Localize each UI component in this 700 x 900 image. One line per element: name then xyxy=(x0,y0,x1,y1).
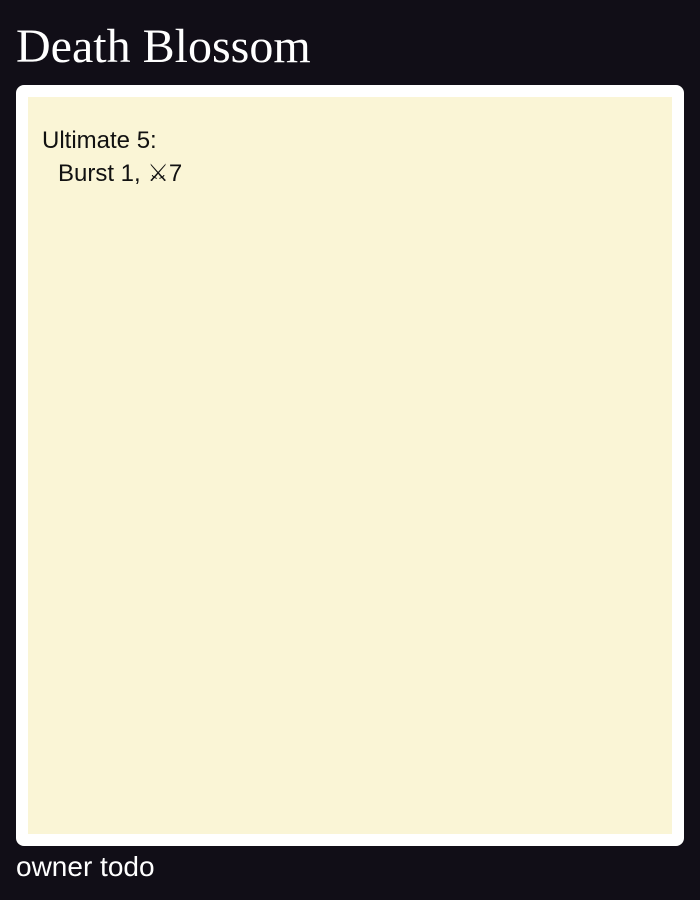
card-owner: owner todo xyxy=(16,851,155,882)
card-title: Death Blossom xyxy=(16,20,311,73)
card-body: Ultimate 5: Burst 1, ⚔7 xyxy=(28,97,672,834)
card-frame: Ultimate 5: Burst 1, ⚔7 xyxy=(16,85,684,846)
ability-block: Ultimate 5: Burst 1, ⚔7 xyxy=(42,124,182,190)
ability-name: Ultimate 5: xyxy=(42,127,157,154)
ability-effect: Burst 1, ⚔7 xyxy=(58,160,183,187)
